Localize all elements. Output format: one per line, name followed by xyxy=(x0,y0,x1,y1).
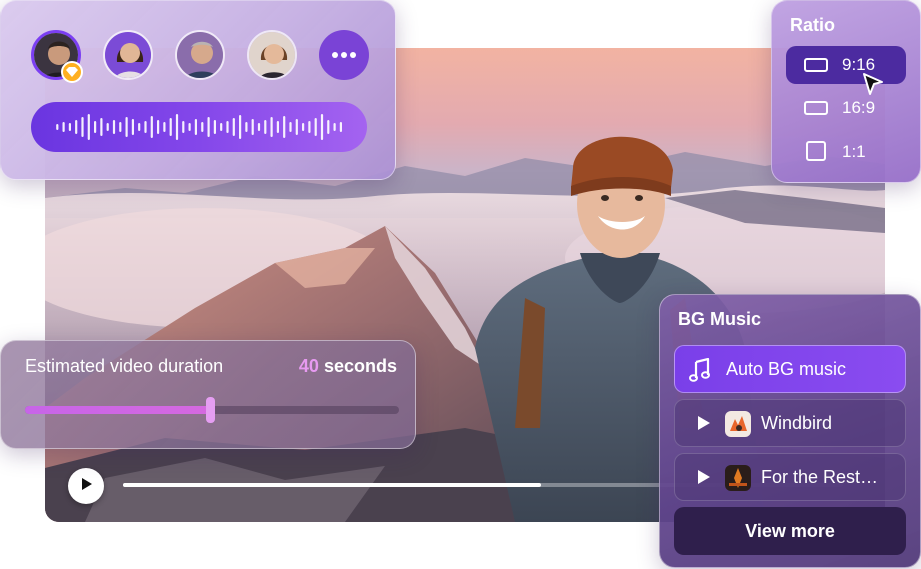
music-item-label: For the Rest… xyxy=(761,467,879,487)
duration-number: 40 xyxy=(298,356,319,376)
waveform-bar xyxy=(327,120,330,134)
waveform-bar xyxy=(251,119,254,135)
waveform-bar xyxy=(138,123,141,131)
avatar-presenter-3[interactable] xyxy=(175,30,225,80)
landscape-frame-icon xyxy=(804,58,828,72)
waveform-bar xyxy=(182,121,185,133)
video-play-button[interactable] xyxy=(68,468,104,504)
mouse-cursor-icon xyxy=(863,73,883,95)
bg-music-panel: BG Music Auto BG music Windbird For the … xyxy=(659,294,921,568)
ratio-title: Ratio xyxy=(790,15,835,35)
bg-music-title: BG Music xyxy=(678,309,762,329)
waveform-bar xyxy=(188,123,191,131)
waveform-bar xyxy=(302,123,305,131)
waveform-bar xyxy=(314,118,317,136)
waveform-bar xyxy=(270,117,273,137)
ratio-option-1-1[interactable]: 1:1 xyxy=(786,133,906,171)
music-item-auto-bg[interactable]: Auto BG music xyxy=(674,345,906,393)
waveform-bar xyxy=(144,121,147,133)
waveform-bar xyxy=(81,117,84,137)
waveform-bar xyxy=(339,122,342,132)
waveform-bar xyxy=(220,123,223,131)
duration-slider-thumb[interactable] xyxy=(206,397,216,423)
waveform-bar xyxy=(169,118,172,136)
music-note-icon xyxy=(689,357,711,387)
audio-waveform-icon xyxy=(56,114,342,140)
sketch-gem-icon xyxy=(61,61,83,83)
waveform-bar xyxy=(62,122,65,132)
ratio-option-label: 16:9 xyxy=(842,98,876,117)
waveform-bar xyxy=(213,120,216,134)
avatar-presenter-4[interactable] xyxy=(247,30,297,80)
waveform-bar xyxy=(131,119,134,135)
waveform-bar xyxy=(125,117,128,137)
duration-unit: seconds xyxy=(323,356,397,376)
square-frame-icon xyxy=(806,141,826,161)
waveform-bar xyxy=(106,123,109,131)
waveform-bar xyxy=(157,120,160,134)
waveform-bar xyxy=(163,122,166,132)
waveform-bar xyxy=(201,122,204,132)
ratio-panel: Ratio 9:16 16:9 1:1 xyxy=(771,0,921,183)
avatar-presenter-2[interactable] xyxy=(103,30,153,80)
waveform-bar xyxy=(308,121,311,133)
waveform-bar xyxy=(289,122,292,132)
ellipsis-icon xyxy=(331,46,357,64)
waveform-bar xyxy=(264,120,267,134)
waveform-bar xyxy=(194,119,197,135)
waveform-bar xyxy=(239,115,242,139)
waveform-bar xyxy=(175,114,179,140)
ratio-option-label: 1:1 xyxy=(842,142,866,161)
play-icon[interactable] xyxy=(697,469,711,490)
waveform-bar xyxy=(276,121,279,133)
video-progress-fill xyxy=(123,483,541,487)
waveform-bar xyxy=(119,122,122,132)
waveform-bar xyxy=(150,116,153,138)
waveform-bar xyxy=(56,124,59,130)
landscape-frame-icon xyxy=(804,101,828,115)
waveform-bar xyxy=(232,118,235,136)
duration-label: Estimated video duration xyxy=(25,356,224,376)
waveform-bar xyxy=(333,123,336,131)
play-icon xyxy=(78,476,94,497)
waveform-bar xyxy=(226,121,229,133)
duration-slider[interactable] xyxy=(25,397,399,423)
duration-slider-fill xyxy=(25,406,211,414)
music-item-label: Windbird xyxy=(761,413,833,433)
duration-value: 40 seconds xyxy=(299,356,397,377)
waveform-bar xyxy=(68,123,71,131)
avatar-panel xyxy=(0,0,396,180)
waveform-bar xyxy=(320,114,324,140)
ratio-option-16-9[interactable]: 16:9 xyxy=(786,89,906,127)
voice-waveform-bar[interactable] xyxy=(31,102,367,152)
waveform-bar xyxy=(87,114,90,140)
windbird-cover-image xyxy=(725,411,751,437)
for-the-rest-cover-image xyxy=(725,465,751,491)
music-item-for-the-rest[interactable]: For the Rest… xyxy=(674,453,906,501)
waveform-bar xyxy=(245,122,248,132)
waveform-bar xyxy=(100,118,103,136)
waveform-bar xyxy=(112,120,116,134)
waveform-bar xyxy=(283,116,286,138)
waveform-bar xyxy=(94,121,97,133)
more-avatars-button[interactable] xyxy=(319,30,369,80)
waveform-bar xyxy=(75,120,78,134)
waveform-bar xyxy=(207,117,210,137)
duration-panel: Estimated video duration 40 seconds xyxy=(0,340,416,449)
play-icon[interactable] xyxy=(697,415,711,436)
waveform-bar xyxy=(257,123,261,131)
music-item-windbird[interactable]: Windbird xyxy=(674,399,906,447)
waveform-bar xyxy=(295,119,298,135)
ratio-option-9-16[interactable]: 9:16 xyxy=(786,46,906,84)
music-item-label: Auto BG music xyxy=(726,359,847,379)
view-more-button[interactable]: View more xyxy=(674,507,906,555)
